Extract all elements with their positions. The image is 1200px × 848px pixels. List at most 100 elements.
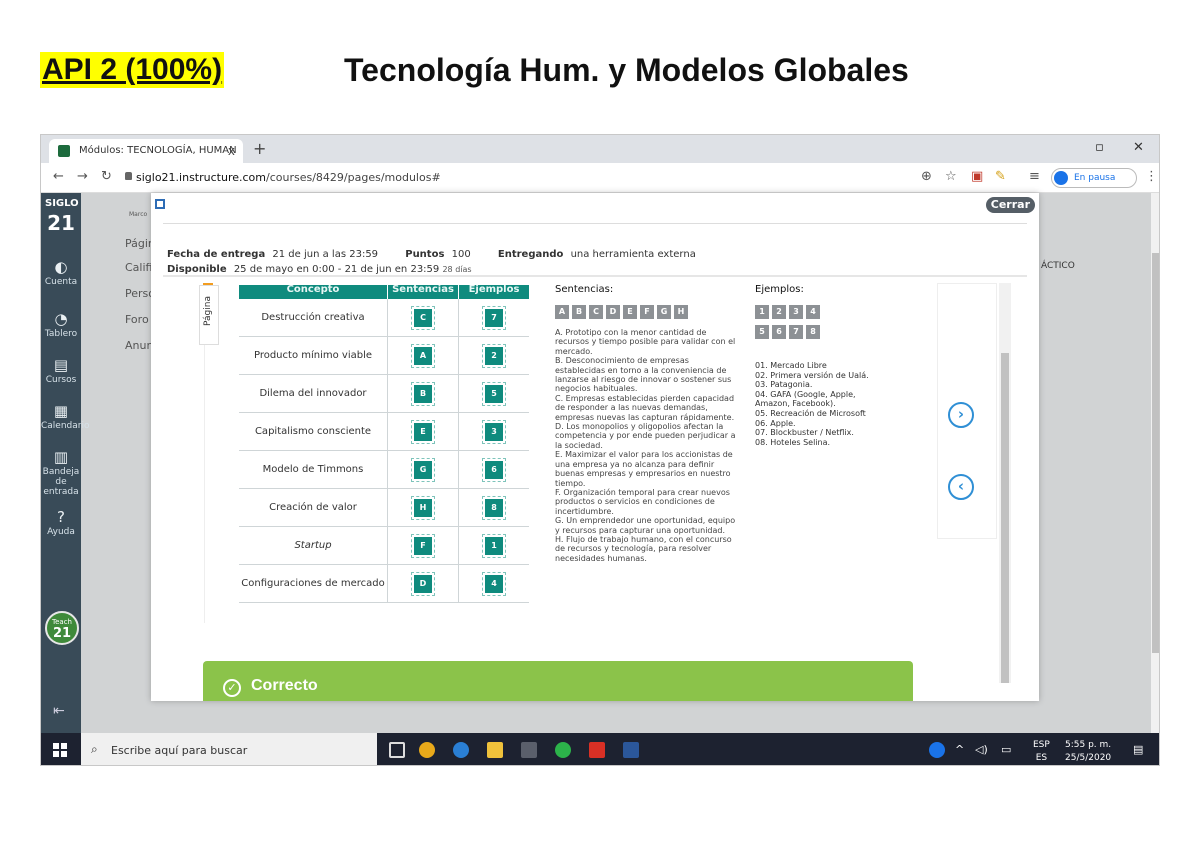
logo-21[interactable]: 21 xyxy=(47,211,75,235)
letter-chip[interactable]: H xyxy=(674,305,688,319)
next-arrow-icon[interactable]: › xyxy=(948,402,974,428)
number-chip[interactable]: 5 xyxy=(755,325,769,339)
calculator-icon[interactable] xyxy=(521,742,537,758)
example-answer-chip[interactable]: 4 xyxy=(482,571,506,596)
whatsapp-icon[interactable] xyxy=(555,742,571,758)
letter-chip[interactable]: E xyxy=(623,305,637,319)
letter-chip[interactable]: F xyxy=(640,305,654,319)
back-icon[interactable]: ← xyxy=(53,169,64,185)
notifications-icon[interactable]: ▤ xyxy=(1133,743,1143,756)
browser-screenshot: Módulos: TECNOLOGÍA, HUMAN x + ▫ ✕ ← → ↻… xyxy=(40,134,1160,766)
document-title: Tecnología Hum. y Modelos Globales xyxy=(344,52,909,88)
page-scrollbar-thumb[interactable] xyxy=(1152,253,1159,653)
courses-icon: ▤ xyxy=(53,356,69,374)
fullscreen-icon[interactable] xyxy=(155,199,165,209)
language-indicator[interactable]: ESP ES xyxy=(1033,741,1050,763)
sentence-answer-chip[interactable]: E xyxy=(411,419,435,444)
address-bar[interactable]: siglo21.instructure.com/courses/8429/pag… xyxy=(136,171,441,184)
teach-label: Teach xyxy=(52,618,72,626)
close-button[interactable]: Cerrar xyxy=(985,197,1035,213)
reading-list-icon[interactable]: ≡ xyxy=(1029,169,1040,185)
number-chip[interactable]: 2 xyxy=(772,305,786,319)
sentence-answer-chip[interactable]: G xyxy=(411,457,435,482)
example-answer-chip[interactable]: 7 xyxy=(482,305,506,330)
pagina-tab[interactable]: Página xyxy=(199,285,219,345)
nav-item-ayuda[interactable]: ? Ayuda xyxy=(41,509,81,537)
example-answer-chip[interactable]: 8 xyxy=(482,495,506,520)
content-scrollbar[interactable] xyxy=(999,283,1011,683)
tab-close-icon[interactable]: x xyxy=(228,139,235,163)
letter-chip[interactable]: B xyxy=(572,305,586,319)
pdf-extension-icon[interactable]: ▣ xyxy=(971,169,983,185)
logo-siglo[interactable]: SIGLO xyxy=(45,198,79,209)
restore-window-icon[interactable]: ▫ xyxy=(1095,139,1104,157)
example-answer-chip[interactable]: 3 xyxy=(482,419,506,444)
example-answer-chip[interactable]: 1 xyxy=(482,533,506,558)
file-explorer-icon[interactable] xyxy=(487,742,503,758)
network-icon[interactable]: ▭ xyxy=(1001,743,1011,756)
mini-label: Marco xyxy=(129,211,148,218)
word-icon[interactable] xyxy=(623,742,639,758)
close-window-icon[interactable]: ✕ xyxy=(1133,139,1144,157)
course-nav-item[interactable]: Foro xyxy=(125,313,149,326)
sentence-answer-chip[interactable]: A xyxy=(411,343,435,368)
examples-list: 01. Mercado Libre 02. Primera versión de … xyxy=(755,361,879,447)
task-view-icon[interactable] xyxy=(389,742,405,758)
example-answer-chip[interactable]: 2 xyxy=(482,343,506,368)
new-tab-icon[interactable]: + xyxy=(253,139,266,159)
sentence-answer-chip[interactable]: B xyxy=(411,381,435,406)
reload-icon[interactable]: ↻ xyxy=(101,169,112,185)
chevron-up-icon[interactable]: ^ xyxy=(955,743,964,756)
pagina-label: Página xyxy=(203,296,213,326)
forward-icon[interactable]: → xyxy=(77,169,88,185)
sentences-list: A. Prototipo con la menor cantidad de re… xyxy=(555,328,741,563)
letter-chip[interactable]: A xyxy=(555,305,569,319)
course-nav-item[interactable]: Califi xyxy=(125,261,152,274)
clock[interactable]: 5:55 p. m. 25/5/2020 xyxy=(1065,741,1111,763)
number-chip[interactable]: 3 xyxy=(789,305,803,319)
profile-pause-chip[interactable]: En pausa xyxy=(1051,168,1137,188)
edge-icon[interactable] xyxy=(453,742,469,758)
example-item: 02. Primera versión de Ualá. xyxy=(755,370,869,380)
number-chip[interactable]: 1 xyxy=(755,305,769,319)
account-tray-icon[interactable] xyxy=(929,742,945,758)
browser-tab[interactable]: Módulos: TECNOLOGÍA, HUMAN x xyxy=(49,139,243,163)
sentence-answer-chip[interactable]: F xyxy=(411,533,435,558)
sentence-answer-chip[interactable]: H xyxy=(411,495,435,520)
number-chip[interactable]: 6 xyxy=(772,325,786,339)
content-scrollbar-thumb[interactable] xyxy=(1001,353,1009,683)
previous-arrow-icon[interactable]: ‹ xyxy=(948,474,974,500)
course-nav-item[interactable]: Anun xyxy=(125,339,153,352)
bookmark-star-icon[interactable]: ☆ xyxy=(945,169,957,185)
letter-chip[interactable]: D xyxy=(606,305,620,319)
volume-icon[interactable]: ◁) xyxy=(975,743,988,756)
taskbar-search-input[interactable]: ⌕ Escribe aquí para buscar xyxy=(81,733,377,765)
nav-item-tablero[interactable]: ◔ Tablero xyxy=(41,311,81,339)
collapse-nav-icon[interactable]: ⇤ xyxy=(53,703,65,719)
nav-item-cuenta[interactable]: ◐ Cuenta xyxy=(41,259,81,287)
nav-item-cursos[interactable]: ▤ Cursos xyxy=(41,357,81,385)
nav-item-bandeja[interactable]: ▥ Bandeja de entrada xyxy=(41,449,81,497)
menu-kebab-icon[interactable]: ⋮ xyxy=(1145,169,1158,185)
number-chips: 1234 xyxy=(755,305,879,319)
table-row: Producto mínimo viable A 2 xyxy=(239,337,529,375)
letter-chip[interactable]: C xyxy=(589,305,603,319)
number-chip[interactable]: 8 xyxy=(806,325,820,339)
example-answer-chip[interactable]: 6 xyxy=(482,457,506,482)
nav-item-label: Calendario xyxy=(41,421,90,431)
teach21-badge[interactable]: Teach 21 xyxy=(45,611,79,645)
table-row: Creación de valor H 8 xyxy=(239,489,529,527)
windows-start-icon[interactable] xyxy=(53,743,67,757)
nav-item-calendario[interactable]: ▦ Calendario xyxy=(41,403,89,431)
number-chip[interactable]: 4 xyxy=(806,305,820,319)
acrobat-icon[interactable] xyxy=(589,742,605,758)
chrome-icon[interactable] xyxy=(419,742,435,758)
number-chip[interactable]: 7 xyxy=(789,325,803,339)
sentence-answer-chip[interactable]: C xyxy=(411,305,435,330)
letter-chip[interactable]: G xyxy=(657,305,671,319)
zoom-icon[interactable]: ⊕ xyxy=(921,169,932,185)
page-scrollbar[interactable] xyxy=(1151,193,1159,733)
sentence-answer-chip[interactable]: D xyxy=(411,571,435,596)
extension-icon[interactable]: ✎ xyxy=(995,169,1006,185)
example-answer-chip[interactable]: 5 xyxy=(482,381,506,406)
